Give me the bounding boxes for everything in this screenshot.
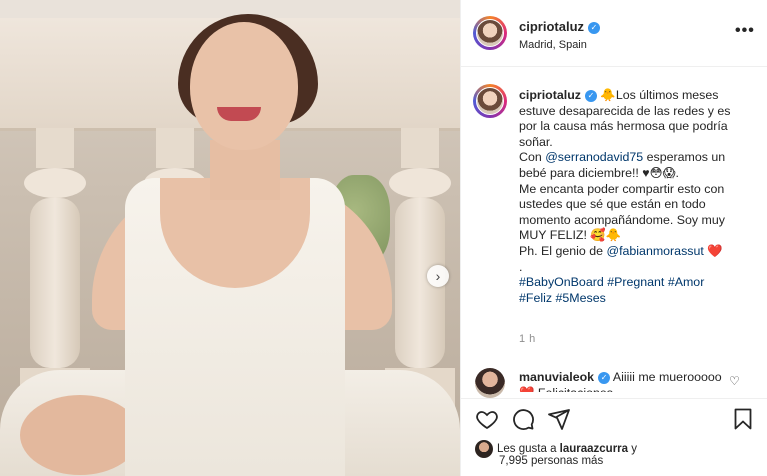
comment-avatar[interactable] [475,368,505,398]
mention-link[interactable]: @serranodavid75 [545,150,643,164]
hashtag-link[interactable]: #Feliz [519,291,552,305]
caption-text-2a: Con [519,150,546,165]
mention-link[interactable]: @fabianmorassut [607,244,704,258]
action-bar [461,398,767,439]
caption-username[interactable]: cipriotaluz [519,88,581,102]
comment-item: manuvialeok✓ Aiiiii me muerooooo ❤️ Feli… [519,370,731,392]
liker-username[interactable]: lauraazcurra [560,443,628,455]
caption-text-4b: ❤️ [703,243,723,258]
caption-text-3: Me encanta poder compartir esto con uste… [519,181,725,243]
post-panel: cipriotaluz ✓ Madrid, Spain ••• cipriotal… [460,0,767,476]
bookmark-icon[interactable] [731,407,755,431]
location-link[interactable]: Madrid, Spain [519,39,587,51]
avatar[interactable] [473,16,507,50]
hashtag-link[interactable]: #Pregnant [607,275,664,289]
likes-prefix: Les gusta a [497,443,560,456]
photo-person [0,0,460,476]
caption-avatar[interactable] [473,84,507,118]
heart-icon[interactable] [475,407,499,431]
likes-suffix: y [628,443,638,456]
comment-like-icon[interactable]: ♡ [729,374,740,388]
hashtag-link[interactable]: #Amor [668,275,705,289]
header-username[interactable]: cipriotaluz ✓ [519,19,601,34]
post-time[interactable]: 1 h [519,333,536,345]
more-options-icon[interactable]: ••• [735,22,755,40]
verified-icon: ✓ [588,22,601,34]
liker-avatar[interactable] [475,440,493,458]
likes-count[interactable]: 7,995 personas más [499,455,603,467]
username-text[interactable]: cipriotaluz [519,19,584,34]
verified-icon: ✓ [598,372,611,384]
hashtag-link[interactable]: #5Meses [556,291,606,305]
next-image-button[interactable]: › [427,265,449,287]
caption-text-4a: Ph. El genio de [519,243,607,258]
verified-icon: ✓ [584,90,597,102]
share-icon[interactable] [547,407,571,431]
post-header: cipriotaluz ✓ Madrid, Spain ••• [461,0,767,67]
hashtag-link[interactable]: #BabyOnBoard [519,275,604,289]
comment-icon[interactable] [511,407,535,431]
post-caption: cipriotaluz ✓ 🐥Los últimos meses estuve d… [519,88,751,306]
comment-username[interactable]: manuvialeok [519,370,594,384]
post-photo[interactable]: › [0,0,460,476]
chevron-right-icon: › [435,268,441,284]
caption-dot: . [519,259,523,274]
